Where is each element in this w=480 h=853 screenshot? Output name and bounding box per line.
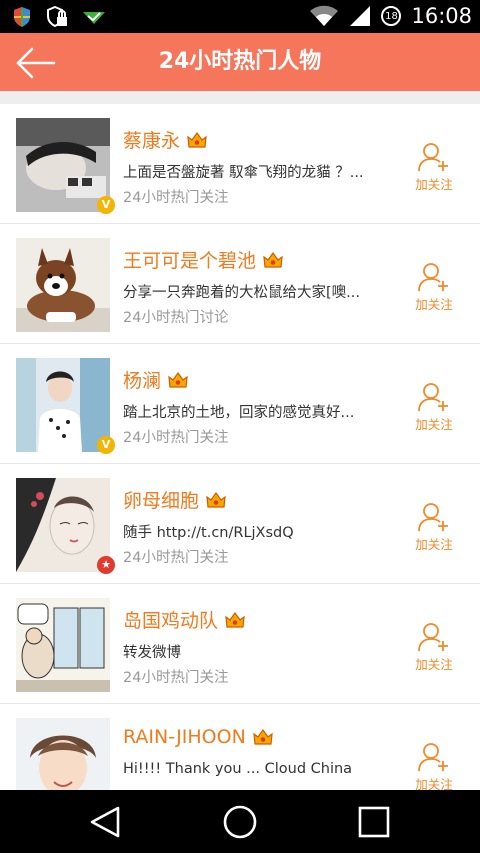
lock-shield-icon	[47, 6, 67, 28]
follow-label: 加关注	[415, 417, 453, 432]
person-tag: 24小时热门关注	[123, 670, 229, 686]
people-list[interactable]: V 蔡康永 上面是否盤旋著 馭傘飞翔的龙貓 ？... 24小时热门关注 加关注	[0, 104, 480, 790]
follow-button[interactable]: 加关注	[406, 502, 462, 553]
person-desc: 分享一只奔跑着的大松鼠给大家[噢...	[123, 285, 360, 301]
person-name[interactable]: RAIN-JIHOON	[123, 726, 246, 748]
app-header: 24小时热门人物	[0, 33, 480, 91]
header-divider	[0, 91, 480, 104]
follow-label: 加关注	[415, 537, 453, 552]
person-tag: 24小时热门讨论	[123, 310, 229, 326]
avatar[interactable]	[16, 358, 110, 452]
shield-icon	[14, 7, 30, 27]
home-circle-icon[interactable]	[222, 804, 258, 840]
back-triangle-icon[interactable]	[88, 804, 124, 840]
list-item[interactable]: RAIN-JIHOON Hi!!!! Thank you ... Cloud C…	[0, 704, 480, 790]
clock: 16:08	[411, 4, 472, 28]
star-badge: ★	[97, 556, 115, 574]
avatar[interactable]	[16, 478, 110, 572]
download-check-icon	[83, 12, 105, 24]
follow-label: 加关注	[415, 777, 453, 790]
follow-button[interactable]: 加关注	[406, 382, 462, 433]
person-name[interactable]: 杨澜	[123, 366, 161, 393]
crown-icon	[263, 251, 283, 268]
list-item[interactable]: 岛国鸡动队 转发微博 24小时热门关注 加关注	[0, 584, 480, 704]
crown-icon	[187, 131, 207, 148]
list-item[interactable]: V 蔡康永 上面是否盤旋著 馭傘飞翔的龙貓 ？... 24小时热门关注 加关注	[0, 104, 480, 224]
signal-icon	[350, 6, 371, 26]
crown-icon	[225, 611, 245, 628]
add-user-icon	[418, 623, 448, 652]
system-nav-bar	[0, 790, 480, 853]
name-line: 王可可是个碧池	[123, 246, 284, 273]
battery-icon: 18	[381, 6, 402, 26]
name-line: 岛国鸡动队	[123, 606, 246, 633]
page-title: 24小时热门人物	[158, 49, 322, 74]
list-item[interactable]: ★ 卵母细胞 随手 http://t.cn/RLjXsdQ 24小时热门关注 加…	[0, 464, 480, 584]
follow-button[interactable]: 加关注	[406, 262, 462, 313]
add-user-icon	[418, 263, 448, 292]
person-tag: 24小时热门关注	[123, 430, 229, 446]
status-left-icons	[12, 6, 106, 28]
crown-icon	[168, 371, 188, 388]
person-name[interactable]: 蔡康永	[123, 126, 180, 153]
name-line: 蔡康永	[123, 126, 208, 153]
follow-label: 加关注	[415, 657, 453, 672]
avatar[interactable]	[16, 238, 110, 332]
follow-label: 加关注	[415, 297, 453, 312]
list-item[interactable]: 王可可是个碧池 分享一只奔跑着的大松鼠给大家[噢... 24小时热门讨论 加关注	[0, 224, 480, 344]
avatar[interactable]	[16, 718, 110, 790]
person-tag: 24小时热门关注	[123, 550, 229, 566]
avatar[interactable]	[16, 118, 110, 212]
add-user-icon	[418, 743, 448, 772]
verified-badge: V	[97, 196, 115, 214]
person-desc: 上面是否盤旋著 馭傘飞翔的龙貓 ？...	[123, 165, 364, 181]
person-desc: 转发微博	[123, 645, 181, 661]
list-item[interactable]: V 杨澜 踏上北京的土地，回家的感觉真好... 24小时热门关注 加关注	[0, 344, 480, 464]
crown-icon	[206, 491, 226, 508]
crown-icon	[253, 728, 273, 745]
recents-square-icon[interactable]	[356, 804, 392, 840]
person-desc: 踏上北京的土地，回家的感觉真好...	[123, 405, 355, 421]
person-name[interactable]: 岛国鸡动队	[123, 606, 218, 633]
person-name[interactable]: 卵母细胞	[123, 486, 199, 513]
follow-label: 加关注	[415, 177, 453, 192]
person-name[interactable]: 王可可是个碧池	[123, 246, 256, 273]
name-line: 卵母细胞	[123, 486, 227, 513]
add-user-icon	[418, 383, 448, 412]
verified-badge: V	[97, 436, 115, 454]
status-bar: 18 16:08	[0, 0, 480, 33]
follow-button[interactable]: 加关注	[406, 622, 462, 673]
add-user-icon	[418, 143, 448, 172]
wifi-icon	[310, 5, 339, 26]
status-right-icons: 18 16:08	[309, 4, 472, 28]
add-user-icon	[418, 503, 448, 532]
follow-button[interactable]: 加关注	[406, 742, 462, 790]
person-desc: Hi!!!! Thank you ... Cloud China	[123, 761, 353, 777]
person-tag: 24小时热门关注	[123, 190, 229, 206]
follow-button[interactable]: 加关注	[406, 142, 462, 193]
name-line: 杨澜	[123, 366, 189, 393]
avatar[interactable]	[16, 598, 110, 692]
person-desc: 随手 http://t.cn/RLjXsdQ	[123, 525, 294, 541]
name-line: RAIN-JIHOON	[123, 726, 274, 748]
